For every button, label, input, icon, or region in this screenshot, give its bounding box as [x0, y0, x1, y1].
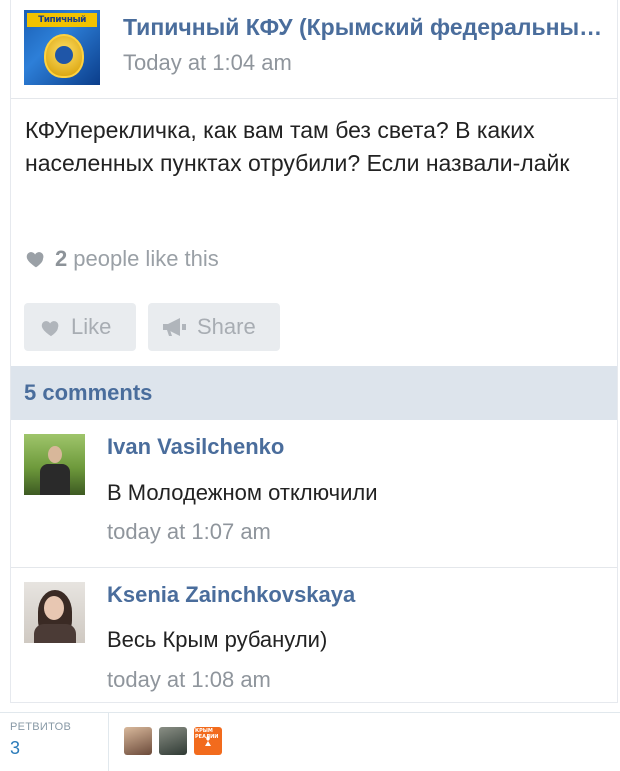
- megaphone-icon: [163, 318, 186, 336]
- post-text: КФУперекличка, как вам там без света? В …: [25, 117, 570, 176]
- group-name-link[interactable]: Типичный КФУ (Крымский федеральный униве…: [123, 14, 611, 41]
- group-avatar-title: Типичный: [27, 13, 97, 27]
- emblem-icon: [44, 34, 84, 78]
- retweets-count[interactable]: 3: [10, 738, 20, 759]
- heart-icon: [26, 252, 44, 268]
- likes-suffix: people like this: [73, 246, 219, 271]
- likes-count: 2: [55, 246, 68, 271]
- likes-summary[interactable]: 2 people like this: [25, 246, 219, 272]
- post-header: Типичный Типичный КФУ (Крымский федераль…: [11, 0, 617, 99]
- retweets-bar: РЕТВИТОВ 3 КРЫМ РЕАЛИИ: [0, 712, 620, 771]
- post-card: Типичный Типичный КФУ (Крымский федераль…: [10, 0, 618, 703]
- like-heart-icon: [41, 321, 59, 337]
- retweets-label: РЕТВИТОВ: [10, 721, 72, 733]
- retweeter-avatar[interactable]: КРЫМ РЕАЛИИ: [194, 727, 222, 755]
- comment-author-link[interactable]: Ivan Vasilchenko: [107, 434, 284, 460]
- like-button-label: Like: [71, 314, 112, 339]
- divider: [108, 713, 109, 771]
- comment-timestamp[interactable]: today at 1:07 am: [107, 519, 271, 545]
- logo-icon: [205, 735, 211, 746]
- avatar[interactable]: [24, 434, 85, 495]
- retweeter-avatar[interactable]: [124, 727, 152, 755]
- share-button-label: Share: [197, 314, 256, 339]
- retweeter-avatar[interactable]: [159, 727, 187, 755]
- comment-item: Ivan Vasilchenko В Молодежном отключили …: [11, 420, 617, 568]
- post-timestamp[interactable]: Today at 1:04 am: [123, 50, 292, 76]
- comment-item: Ksenia Zainchkovskaya Весь Крым рубанули…: [11, 568, 617, 702]
- comments-count-bar[interactable]: 5 comments: [11, 366, 617, 420]
- group-avatar[interactable]: Типичный: [24, 10, 100, 85]
- avatar[interactable]: [24, 582, 85, 643]
- like-button[interactable]: Like: [24, 303, 136, 351]
- comment-timestamp[interactable]: today at 1:08 am: [107, 667, 271, 693]
- share-button[interactable]: Share: [148, 303, 280, 351]
- comment-text: Весь Крым рубанули): [107, 627, 328, 652]
- comment-author-link[interactable]: Ksenia Zainchkovskaya: [107, 582, 355, 608]
- comment-text: В Молодежном отключили: [107, 480, 378, 505]
